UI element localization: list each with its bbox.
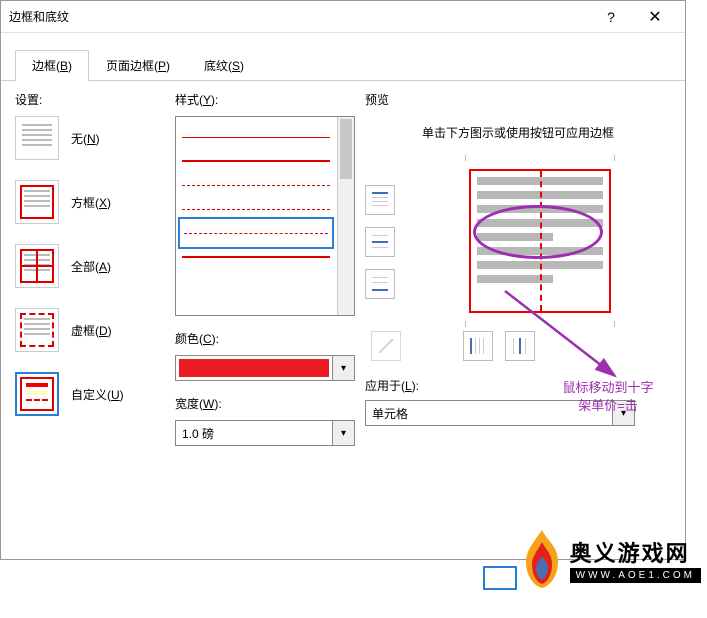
- setting-none[interactable]: 无(N): [15, 116, 165, 160]
- preview-hint: 单击下方图示或使用按钮可应用边框: [385, 124, 651, 143]
- tab-strip: 边框(B) 页面边框(P) 底纹(S): [1, 33, 685, 81]
- help-button[interactable]: ?: [589, 2, 633, 32]
- setting-grid[interactable]: 虚框(D): [15, 308, 165, 352]
- flame-icon: [518, 528, 566, 590]
- watermark-cn: 奥义游戏网: [570, 536, 701, 568]
- close-button[interactable]: ✕: [633, 2, 677, 32]
- setting-box[interactable]: 方框(X): [15, 180, 165, 224]
- setting-grid-icon: [15, 308, 59, 352]
- preview-area: [365, 161, 671, 371]
- titlebar: 边框和底纹 ? ✕: [1, 1, 685, 33]
- chevron-down-icon: ▾: [332, 356, 354, 380]
- border-bottom-button[interactable]: [365, 269, 395, 299]
- watermark-en: WWW.AOE1.COM: [570, 568, 701, 583]
- chevron-down-icon: ▾: [612, 401, 634, 425]
- partial-button[interactable]: [483, 566, 517, 590]
- border-top-button[interactable]: [365, 185, 395, 215]
- border-diag1-button[interactable]: [371, 331, 401, 361]
- border-hmid-button[interactable]: [365, 227, 395, 257]
- border-vmid-button[interactable]: [505, 331, 535, 361]
- setting-none-icon: [15, 116, 59, 160]
- preview-header: 预览: [365, 91, 671, 108]
- color-combo[interactable]: ▾: [175, 355, 355, 381]
- setting-custom-icon: [15, 372, 59, 416]
- setting-all-icon: [15, 244, 59, 288]
- style-header: 样式(Y):: [175, 91, 355, 108]
- width-combo[interactable]: 1.0 磅 ▾: [175, 420, 355, 446]
- tab-borders[interactable]: 边框(B): [15, 50, 89, 81]
- apply-to-value: 单元格: [366, 401, 612, 425]
- style-listbox[interactable]: [175, 116, 355, 316]
- setting-custom[interactable]: 自定义(U): [15, 372, 165, 416]
- color-swatch: [179, 359, 329, 377]
- setting-all[interactable]: 全部(A): [15, 244, 165, 288]
- setting-box-icon: [15, 180, 59, 224]
- tab-shading[interactable]: 底纹(S): [187, 50, 261, 81]
- settings-header: 设置:: [15, 91, 165, 108]
- border-left-button[interactable]: [463, 331, 493, 361]
- style-scrollbar[interactable]: [337, 117, 354, 315]
- preview-canvas[interactable]: [455, 161, 625, 321]
- width-header: 宽度(W):: [175, 395, 355, 412]
- chevron-down-icon: ▾: [332, 421, 354, 445]
- tab-page-borders[interactable]: 页面边框(P): [89, 50, 187, 81]
- dialog-title: 边框和底纹: [9, 8, 589, 25]
- borders-shading-dialog: 边框和底纹 ? ✕ 边框(B) 页面边框(P) 底纹(S) 设置: 无(N) 方…: [0, 0, 686, 560]
- apply-to-header: 应用于(L):: [365, 377, 671, 394]
- width-value: 1.0 磅: [176, 421, 332, 445]
- color-header: 颜色(C):: [175, 330, 355, 347]
- watermark: 奥义游戏网 WWW.AOE1.COM: [518, 528, 701, 590]
- apply-to-combo[interactable]: 单元格 ▾: [365, 400, 635, 426]
